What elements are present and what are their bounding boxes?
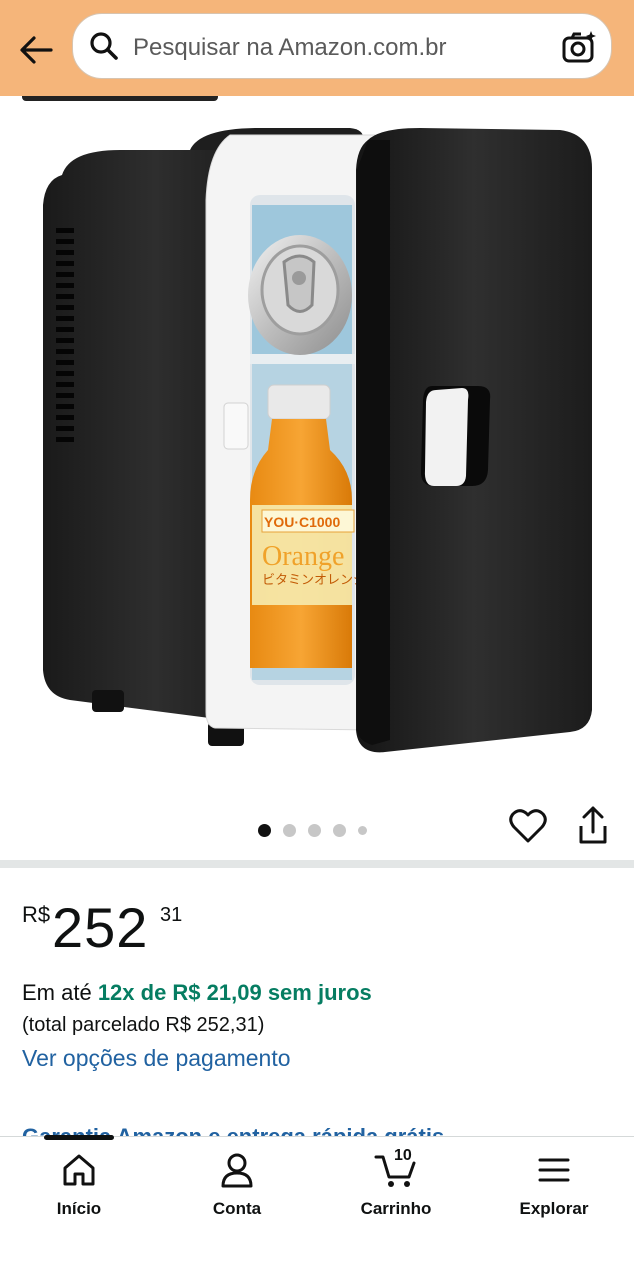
share-icon — [579, 806, 607, 844]
nav-home[interactable]: Início — [19, 1151, 139, 1219]
product-image[interactable]: YOU·C1000 Orange ビタミンオレンジ — [0, 96, 634, 862]
pagination-dot[interactable] — [358, 826, 367, 835]
arrow-left-icon — [20, 36, 53, 64]
cart-count-badge: 10 — [394, 1147, 412, 1164]
nav-explore[interactable]: Explorar — [494, 1151, 614, 1219]
home-icon — [63, 1154, 95, 1186]
camera-scan-icon[interactable] — [561, 29, 597, 65]
pagination-dot[interactable] — [333, 824, 346, 837]
menu-icon — [538, 1158, 570, 1182]
bottle-jp-label: ビタミンオレンジ — [262, 573, 366, 588]
nav-account[interactable]: Conta — [177, 1151, 297, 1219]
image-pagination-dots[interactable] — [258, 824, 367, 837]
user-icon — [221, 1153, 253, 1188]
nav-account-label: Conta — [212, 1199, 262, 1218]
active-tab-indicator — [44, 1135, 114, 1140]
payment-options-link[interactable]: Ver opções de pagamento — [22, 1045, 291, 1072]
price-currency: R$ — [22, 902, 51, 927]
top-bar: Pesquisar na Amazon.com.br — [0, 0, 634, 96]
product-image-gallery[interactable]: YOU·C1000 Orange ビタミンオレンジ — [0, 96, 634, 862]
installment-total: (total parcelado R$ 252,31) — [22, 1014, 265, 1036]
nav-cart-label: Carrinho — [360, 1199, 432, 1218]
installment-highlight: 12x de R$ 21,09 sem juros — [97, 980, 372, 1005]
bottle-orange-label: Orange — [262, 541, 344, 572]
price-whole: 252 — [52, 896, 149, 959]
search-icon — [90, 32, 118, 60]
nav-explore-label: Explorar — [519, 1199, 589, 1218]
share-button[interactable] — [573, 804, 613, 848]
search-input[interactable]: Pesquisar na Amazon.com.br — [133, 34, 447, 62]
nav-cart[interactable]: 10 Carrinho — [336, 1147, 456, 1219]
bottle-brand-label: YOU·C1000 — [264, 514, 340, 530]
pagination-dot[interactable] — [308, 824, 321, 837]
installment-prefix: Em até — [22, 980, 98, 1005]
heart-icon — [509, 809, 547, 843]
wishlist-button[interactable] — [508, 806, 548, 846]
gallery-top-edge — [22, 96, 218, 101]
pagination-dot-active[interactable] — [258, 824, 271, 837]
installment-info: Em até 12x de R$ 21,09 sem juros — [22, 980, 372, 1006]
back-button[interactable] — [14, 28, 58, 72]
bottom-navigation: Início Conta 10 Carrinho Explorar — [0, 1135, 634, 1281]
price-fraction: 31 — [160, 904, 183, 926]
nav-home-label: Início — [56, 1199, 102, 1218]
pagination-dot[interactable] — [283, 824, 296, 837]
section-divider — [0, 860, 634, 868]
search-bar[interactable]: Pesquisar na Amazon.com.br — [72, 13, 612, 79]
